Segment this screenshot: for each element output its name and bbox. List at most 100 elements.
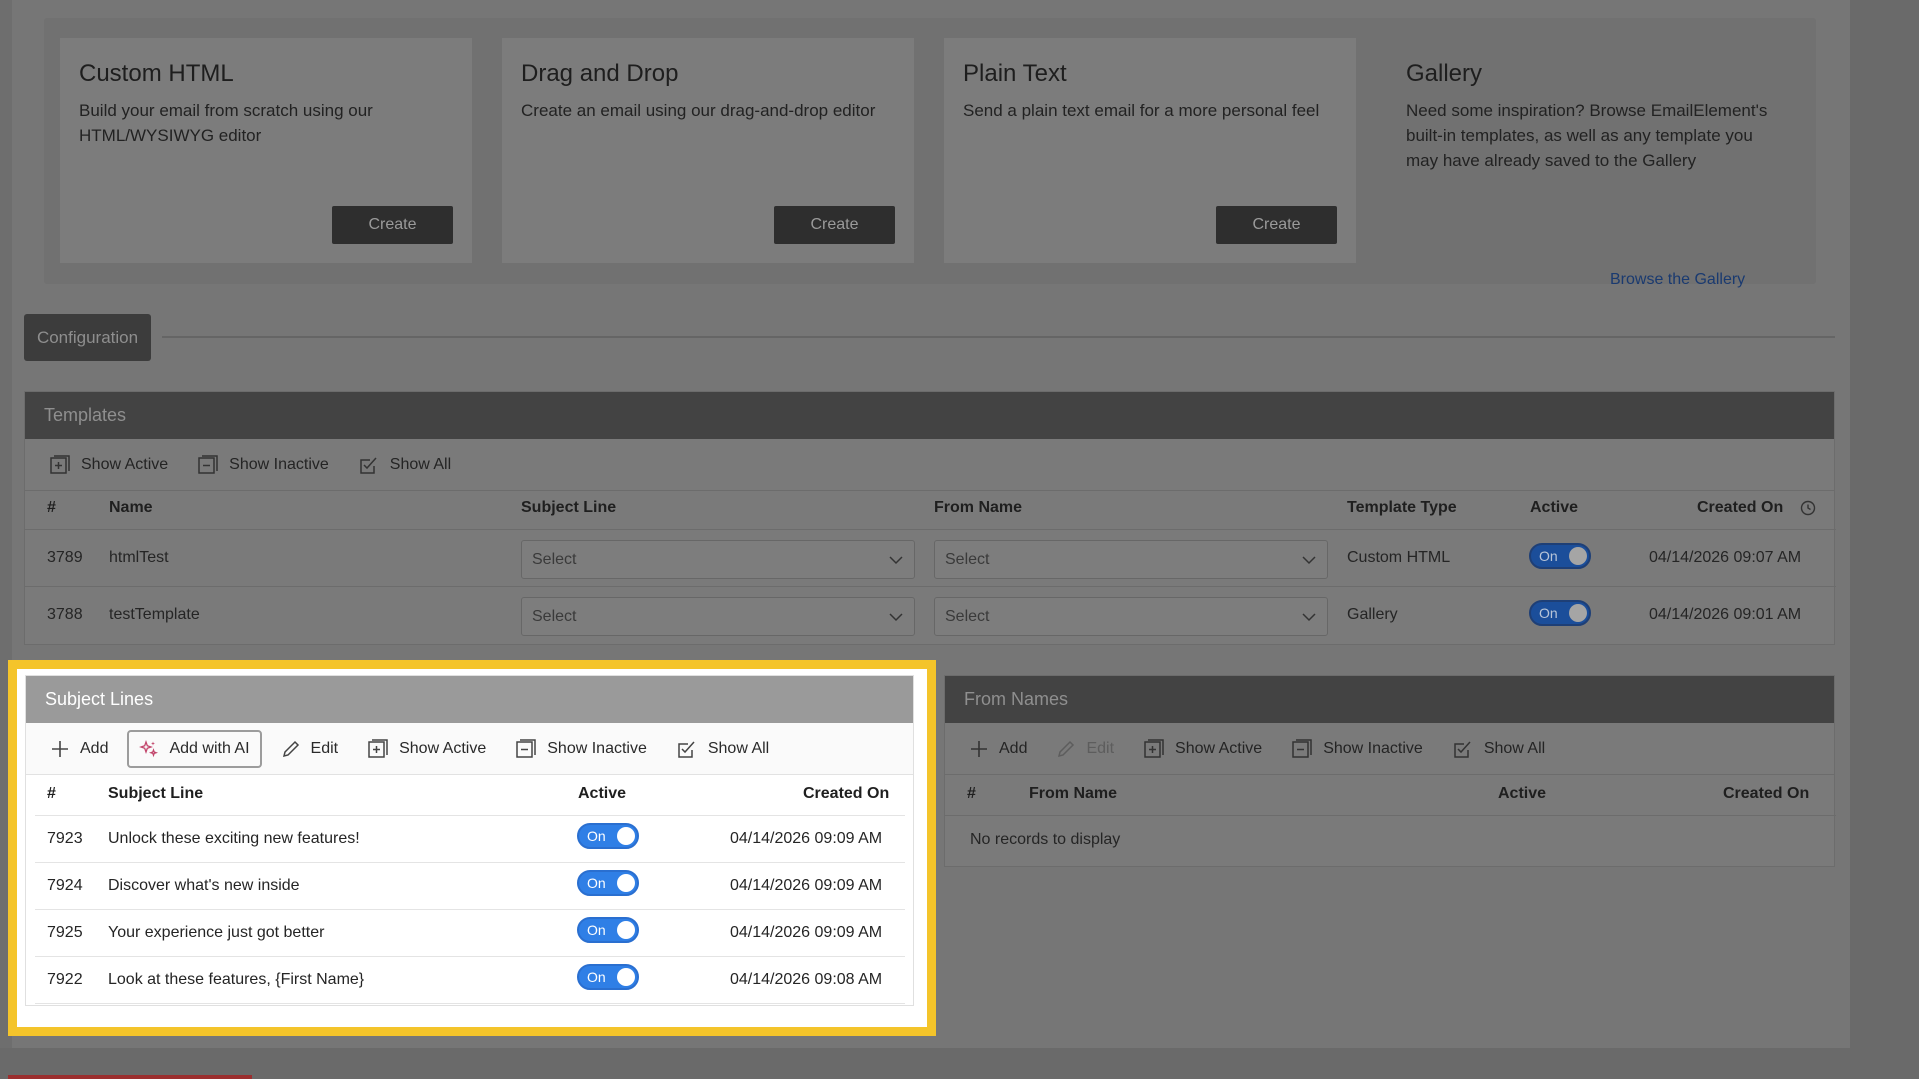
toolbar-label: Edit — [310, 739, 339, 757]
column-header-created-on[interactable]: Created On — [1723, 785, 1809, 803]
create-plain-text-button[interactable]: Create — [1216, 206, 1337, 244]
chevron-down-icon — [1302, 613, 1316, 622]
templates-panel: Templates Show Active Show Inactive Show… — [24, 391, 1836, 645]
row-subject: Look at these features, {First Name} — [108, 971, 365, 988]
row-subject: Unlock these exciting new features! — [108, 830, 360, 847]
toggle-label: On — [587, 828, 606, 844]
row-id: 7923 — [47, 830, 83, 847]
create-drag-and-drop-button[interactable]: Create — [774, 206, 895, 244]
select-value: Select — [945, 607, 990, 625]
from-name-select[interactable]: Select — [934, 540, 1328, 579]
show-inactive-button[interactable]: Show Inactive — [1291, 730, 1423, 768]
edit-button[interactable]: Edit — [1056, 730, 1114, 768]
toggle-knob — [1569, 604, 1587, 622]
toggle-knob — [617, 874, 635, 892]
toolbar-label: Show Active — [1175, 739, 1263, 757]
bottom-red-bar — [8, 1075, 252, 1079]
show-active-button[interactable]: Show Active — [1143, 730, 1262, 768]
chevron-down-icon — [889, 556, 903, 565]
row-created-on: 04/14/2026 09:01 AM — [1649, 606, 1802, 623]
row-created-on: 04/14/2026 09:09 AM — [730, 924, 883, 941]
show-all-button[interactable]: Show All — [1452, 730, 1545, 768]
active-toggle[interactable]: On — [1529, 543, 1591, 569]
configuration-tab[interactable]: Configuration — [24, 314, 151, 361]
card-description: Build your email from scratch using our … — [79, 101, 373, 145]
check-square-icon — [360, 456, 377, 474]
subject-line-select[interactable]: Select — [521, 597, 915, 636]
column-header-created-on[interactable]: Created On — [1697, 499, 1783, 517]
clock-icon — [1800, 500, 1816, 516]
active-toggle[interactable]: On — [577, 823, 639, 849]
card-title: Gallery — [1406, 60, 1483, 87]
show-active-button[interactable]: Show Active — [49, 446, 168, 484]
card-title: Custom HTML — [79, 60, 234, 87]
divider — [35, 862, 905, 863]
toolbar-label: Show Inactive — [1323, 739, 1423, 757]
add-button[interactable]: Add — [50, 730, 108, 768]
column-header-from-name[interactable]: From Name — [934, 499, 1022, 517]
column-header-active[interactable]: Active — [578, 785, 626, 803]
chevron-down-icon — [889, 613, 903, 622]
column-header-name[interactable]: Name — [109, 499, 153, 517]
active-toggle[interactable]: On — [1529, 600, 1591, 626]
subject-lines-panel: Subject Lines Add Add with AI Edit Show … — [25, 675, 914, 1006]
card-description: Send a plain text email for a more perso… — [963, 101, 1320, 120]
plain-text-card: Plain Text Send a plain text email for a… — [944, 38, 1356, 263]
add-square-icon — [368, 738, 388, 758]
from-name-select[interactable]: Select — [934, 597, 1328, 636]
column-header-num: # — [967, 785, 976, 802]
show-all-button[interactable]: Show All — [676, 730, 769, 768]
row-id: 7922 — [47, 971, 83, 988]
divider — [945, 815, 1836, 816]
toolbar-label: Show Inactive — [547, 739, 647, 757]
from-names-panel: From Names Add Edit Show Active Show Ina… — [944, 675, 1836, 867]
plus-icon — [971, 740, 987, 757]
active-toggle[interactable]: On — [577, 964, 639, 990]
toolbar-label: Add — [999, 739, 1028, 757]
active-toggle[interactable]: On — [577, 917, 639, 943]
browse-gallery-link[interactable]: Browse the Gallery — [1610, 271, 1745, 289]
from-names-toolbar: Add Edit Show Active Show Inactive Show … — [945, 723, 1834, 775]
active-toggle[interactable]: On — [577, 870, 639, 896]
add-button[interactable]: Add — [969, 730, 1027, 768]
row-subject: Your experience just got better — [108, 924, 325, 941]
row-subject: Discover what's new inside — [108, 877, 300, 894]
row-template-type: Custom HTML — [1347, 549, 1451, 566]
subject-lines-toolbar: Add Add with AI Edit Show Active Show In… — [26, 723, 913, 775]
column-header-subject-line[interactable]: Subject Line — [521, 499, 616, 517]
check-square-icon — [678, 740, 695, 758]
toggle-label: On — [587, 969, 606, 985]
column-header-created-on[interactable]: Created On — [803, 785, 889, 803]
show-all-button[interactable]: Show All — [358, 446, 451, 484]
divider — [35, 909, 905, 910]
row-created-on: 04/14/2026 09:09 AM — [730, 830, 883, 847]
show-inactive-button[interactable]: Show Inactive — [197, 446, 329, 484]
toggle-label: On — [587, 875, 606, 891]
show-active-button[interactable]: Show Active — [367, 730, 486, 768]
column-header-active[interactable]: Active — [1498, 785, 1546, 803]
select-value: Select — [532, 550, 577, 568]
column-header-active[interactable]: Active — [1530, 499, 1578, 517]
column-header-subject-line[interactable]: Subject Line — [108, 785, 203, 803]
card-description: Create an email using our drag-and-drop … — [521, 101, 876, 120]
row-id: 7925 — [47, 924, 83, 941]
column-header-from-name[interactable]: From Name — [1029, 785, 1117, 803]
check-square-icon — [1454, 740, 1471, 758]
toggle-knob — [617, 921, 635, 939]
subject-line-select[interactable]: Select — [521, 540, 915, 579]
column-header-template-type[interactable]: Template Type — [1347, 499, 1457, 517]
column-header-num: # — [47, 785, 56, 802]
card-description: Need some inspiration? Browse EmailEleme… — [1406, 101, 1768, 170]
gallery-card: Gallery Need some inspiration? Browse Em… — [1388, 38, 1798, 288]
toolbar-label: Show All — [1483, 739, 1546, 757]
add-with-ai-button[interactable]: Add with AI — [127, 729, 262, 768]
create-custom-html-button[interactable]: Create — [332, 206, 453, 244]
bottom-strip — [0, 1048, 1919, 1079]
minus-square-icon — [198, 454, 218, 474]
row-created-on: 04/14/2026 09:09 AM — [730, 877, 883, 894]
edit-button[interactable]: Edit — [281, 730, 339, 768]
toggle-knob — [617, 827, 635, 845]
row-created-on: 04/14/2026 09:07 AM — [1649, 549, 1802, 566]
add-square-icon — [1144, 738, 1164, 758]
show-inactive-button[interactable]: Show Inactive — [515, 730, 647, 768]
